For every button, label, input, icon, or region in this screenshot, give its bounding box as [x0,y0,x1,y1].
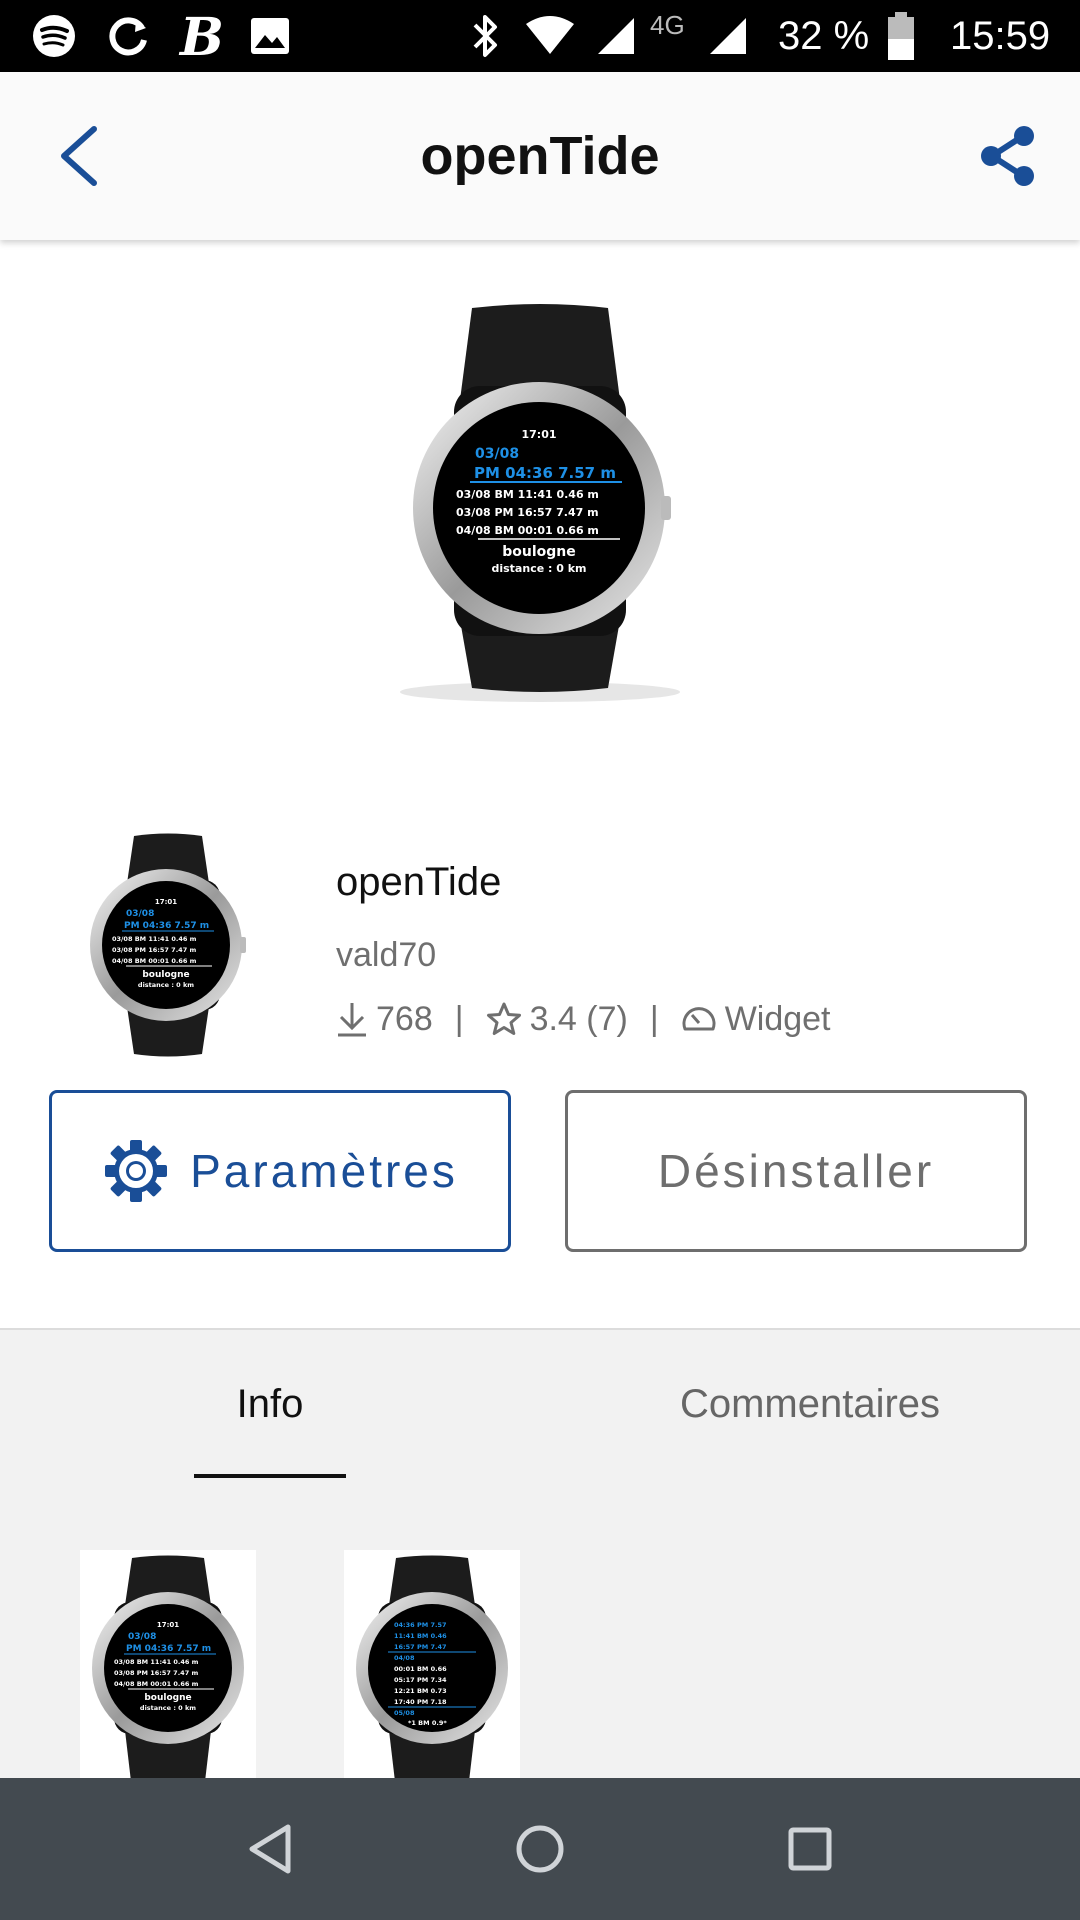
shot1-highlight: PM 04:36 7.57 m [126,1644,211,1654]
spotify-icon [30,0,78,72]
network-type-label: 4G [650,10,685,40]
uninstall-button-label: Désinstaller [657,1145,935,1197]
settings-button[interactable]: Paramètres [49,1090,511,1252]
watch-highlight: PM 04:36 7.57 m [474,464,616,482]
tab-comments[interactable]: Commentaires [620,1330,1000,1478]
shot2-last: *1 BM 0.9* [408,1719,447,1727]
square-recents-icon [788,1827,832,1871]
watch-time: 17:01 [521,428,556,441]
gear-icon [102,1137,170,1205]
page-title: openTide [420,126,660,186]
nav-recents-button[interactable] [750,1778,870,1920]
nav-back-button[interactable] [210,1778,330,1920]
shot2-row-3: 12:21 BM 0.73 [394,1687,447,1695]
hero-watch-image: 17:01 03/08 PM 04:36 7.57 m 03/08 BM 11:… [330,300,750,720]
thumb-distance: distance : 0 km [138,981,194,989]
circle-home-icon [516,1825,564,1873]
clock: 15:59 [950,14,1051,58]
thumb-highlight: PM 04:36 7.57 m [124,921,209,931]
rating: 3.4 (7) [529,999,628,1038]
download-icon [336,1001,368,1037]
shot2-date-blue-2: 05/08 [394,1709,415,1717]
system-nav-bar [0,1778,1080,1920]
shot2-row-1: 00:01 BM 0.66 [394,1665,447,1673]
back-button[interactable] [28,106,128,206]
signal-4g-icon [706,0,750,72]
screenshot-2[interactable]: 04:36 PM 7.57 11:41 BM 0.46 16:57 PM 7.4… [344,1550,520,1778]
thumb-date: 03/08 [126,909,154,919]
shot1-place: boulogne [144,1693,191,1703]
shot1-row-3: 04/08 BM 00:01 0.66 m [114,1680,199,1688]
battery-icon [886,0,916,72]
watch-date: 03/08 [475,446,519,462]
shot2-row-4: 17:40 PM 7.18 [394,1698,447,1706]
developer-name[interactable]: vald70 [336,936,436,975]
shot1-distance: distance : 0 km [140,1704,196,1712]
app-meta: 768 | 3.4 (7) | Widget [336,994,831,1044]
sync-icon [104,0,152,72]
watch-row-1: 03/08 BM 11:41 0.46 m [456,488,599,501]
settings-button-label: Paramètres [190,1145,458,1197]
triangle-back-icon [249,1824,291,1874]
app-bar: openTide [0,72,1080,240]
b-app-icon: B [176,0,224,72]
app-name: openTide [336,860,502,904]
meta-separator: | [649,999,659,1038]
thumb-time: 17:01 [155,898,177,906]
battery-percent: 32 % [778,14,870,58]
watch-row-3: 04/08 BM 00:01 0.66 m [456,524,599,537]
app-thumbnail: 17:01 03/08 PM 04:36 7.57 m 03/08 BM 11:… [78,830,258,1060]
gauge-icon [681,1003,717,1035]
nav-home-button[interactable] [480,1778,600,1920]
shot1-date: 03/08 [128,1632,156,1642]
tab-bar: Info Commentaires [0,1328,1080,1480]
screenshot-1[interactable]: 17:01 03/08 PM 04:36 7.57 m 03/08 BM 11:… [80,1550,256,1778]
uninstall-button[interactable]: Désinstaller [565,1090,1027,1252]
screen: B 4G 32 % 15:59 openTide 17:01 03/08 PM … [0,0,1080,1920]
status-bar: B 4G 32 % 15:59 [0,0,1080,72]
tab-info[interactable]: Info [194,1330,346,1478]
thumb-row-2: 03/08 PM 16:57 7.47 m [112,946,196,954]
svg-text:B: B [178,11,222,61]
bluetooth-icon [466,0,506,72]
share-icon [981,126,1034,186]
image-icon [248,0,292,72]
download-count: 768 [376,999,433,1038]
shot2-row-blue-1: 04:36 PM 7.57 [394,1621,447,1629]
chevron-left-icon [61,126,97,186]
screenshot-gallery: 17:01 03/08 PM 04:36 7.57 m 03/08 BM 11:… [0,1478,1080,1778]
thumb-row-1: 03/08 BM 11:41 0.46 m [112,935,197,943]
app-type: Widget [724,999,831,1038]
shot2-row-2: 05:17 PM 7.34 [394,1676,447,1684]
share-button[interactable] [958,106,1058,206]
thumb-row-3: 04/08 BM 00:01 0.66 m [112,957,197,965]
meta-separator: | [454,999,464,1038]
shot2-date-blue: 04/08 [394,1654,415,1662]
shot2-row-blue-2: 11:41 BM 0.46 [394,1632,447,1640]
shot1-row-1: 03/08 BM 11:41 0.46 m [114,1658,199,1666]
watch-distance: distance : 0 km [491,562,586,575]
wifi-icon [524,0,576,72]
thumb-place: boulogne [142,970,189,980]
shot2-row-blue-3: 16:57 PM 7.47 [394,1643,447,1651]
watch-row-2: 03/08 PM 16:57 7.47 m [456,506,599,519]
star-icon [486,1001,522,1037]
shot1-row-2: 03/08 PM 16:57 7.47 m [114,1669,198,1677]
signal-icon [594,0,638,72]
watch-place: boulogne [502,544,576,560]
shot1-time: 17:01 [157,1621,179,1629]
